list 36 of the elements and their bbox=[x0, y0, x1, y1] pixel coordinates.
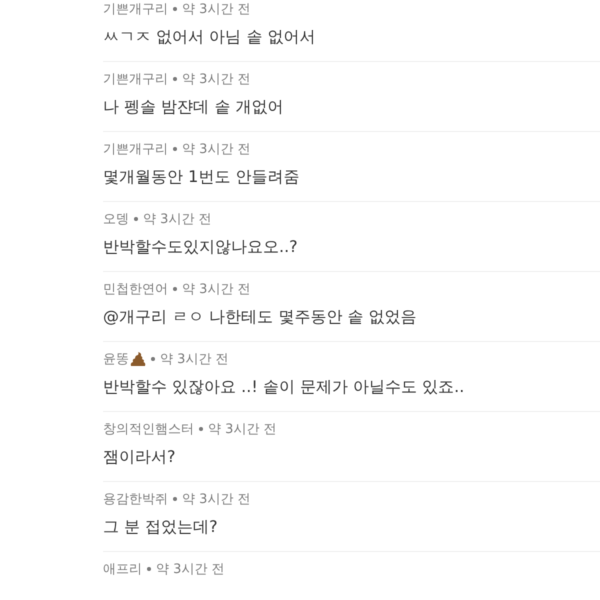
separator-dot-icon bbox=[173, 77, 177, 81]
comment-time: 약 3시간 전 bbox=[182, 71, 251, 88]
separator-dot-icon bbox=[173, 147, 177, 151]
comment-text: 반박할수도있지않나요오..? bbox=[103, 237, 299, 258]
comment-time: 약 3시간 전 bbox=[208, 421, 277, 438]
comment-time: 약 3시간 전 bbox=[182, 1, 251, 18]
comment-time: 약 3시간 전 bbox=[182, 141, 251, 158]
separator-dot-icon bbox=[134, 217, 138, 221]
comment-author: 민첩한연어 bbox=[103, 281, 168, 298]
comment-text: @개구리 ㄹㅇ 나한테도 몇주동안 솥 없었음 bbox=[103, 307, 418, 328]
comment-time: 약 3시간 전 bbox=[143, 211, 212, 228]
comment-author: 오뎅 bbox=[103, 211, 129, 228]
comment-text: ㅆㄱㅈ 없어서 아님 솥 없어서 bbox=[103, 27, 316, 48]
comment-author: 기쁜개구리 bbox=[103, 1, 168, 18]
comment-time: 약 3시간 전 bbox=[182, 281, 251, 298]
separator-dot-icon bbox=[173, 497, 177, 501]
comment-text: 그 분 접었는데? bbox=[103, 517, 219, 538]
comment-text: 나 펭솔 밤쟌데 솥 개없어 bbox=[103, 97, 284, 118]
separator-dot-icon bbox=[147, 567, 151, 571]
comment-time: 약 3시간 전 bbox=[156, 561, 225, 578]
comment-text: 잼이라서? bbox=[103, 447, 176, 468]
comment-text: 반박할수 있잖아요 ..! 솥이 문제가 아닐수도 있죠.. bbox=[103, 377, 466, 398]
poop-icon bbox=[130, 352, 146, 366]
comment-author: 윤똥 bbox=[103, 351, 129, 368]
separator-dot-icon bbox=[151, 357, 155, 361]
comment-author: 창의적인햄스터 bbox=[103, 421, 194, 438]
comment-author: 기쁜개구리 bbox=[103, 141, 168, 158]
comment-time: 약 3시간 전 bbox=[182, 491, 251, 508]
separator-dot-icon bbox=[173, 287, 177, 291]
separator-dot-icon bbox=[199, 427, 203, 431]
comment-author: 용감한박쥐 bbox=[103, 491, 168, 508]
comment-time: 약 3시간 전 bbox=[160, 351, 229, 368]
comment-text: 몇개월동안 1번도 안들려줌 bbox=[103, 167, 300, 188]
comment-author: 기쁜개구리 bbox=[103, 71, 168, 88]
comment-author: 애프리 bbox=[103, 561, 142, 578]
separator-dot-icon bbox=[173, 7, 177, 11]
